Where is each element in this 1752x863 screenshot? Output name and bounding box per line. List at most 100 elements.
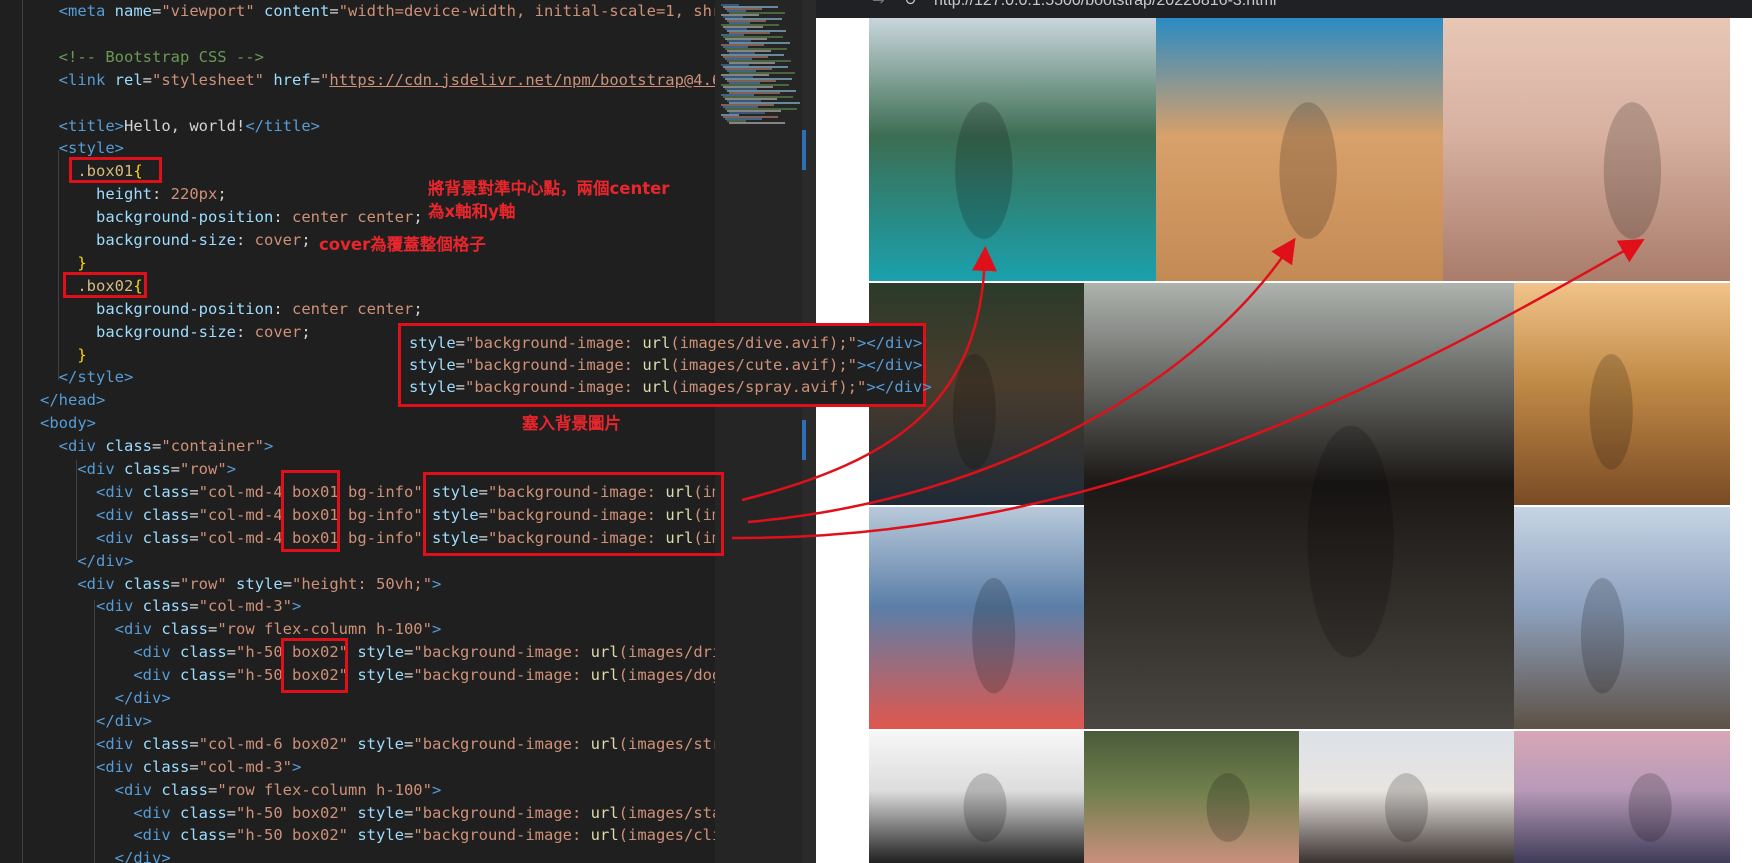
code-token: class (105, 437, 153, 456)
code-token: height (96, 185, 152, 204)
code-token: = (170, 574, 181, 593)
code-token: <div (133, 643, 180, 662)
code-line[interactable]: <title>Hello, world!</title> (40, 115, 320, 138)
code-line[interactable]: </div> (40, 550, 133, 573)
code-token: > (431, 780, 442, 799)
code-token: </title> (245, 116, 320, 135)
code-line[interactable]: <div class="h-50 box02" style="backgroun… (40, 824, 715, 847)
code-token: url (590, 643, 619, 662)
code-token: <body> (40, 414, 96, 433)
code-token: ) (828, 356, 839, 374)
reload-icon[interactable]: ↻ (904, 0, 917, 9)
code-token: : (235, 322, 255, 341)
code-line[interactable]: <div class="row" style="height: 50vh;"> (40, 573, 441, 596)
code-token: center center (291, 208, 414, 227)
code-token: Hello, world! (124, 116, 246, 135)
code-line[interactable]: background-position: center center; (40, 206, 423, 229)
code-line[interactable]: </style> (40, 366, 134, 389)
minimap[interactable] (715, 0, 810, 863)
code-token: = (152, 2, 162, 20)
code-line[interactable]: <link rel="stylesheet" href="https://cdn… (40, 69, 715, 92)
code-line[interactable]: <div class="col-md-3"> (40, 595, 301, 618)
code-token: " (320, 70, 330, 89)
code-line[interactable]: <meta name="viewport" content="width=dev… (40, 0, 715, 23)
code-line[interactable]: <div class="row flex-column h-100"> (40, 618, 442, 641)
code-token: <div (96, 757, 143, 776)
code-token: <style> (58, 139, 124, 158)
code-line[interactable]: <div class="container"> (40, 435, 274, 458)
code-line[interactable]: </div> (40, 847, 171, 863)
url-text[interactable]: http://127.0.0.1:5500/bootstrap/20220816… (934, 0, 1276, 10)
code-token: "background-image: (413, 643, 591, 662)
code-line[interactable]: } (40, 344, 86, 367)
code-token: <div (96, 528, 143, 547)
code-token: : (273, 299, 292, 318)
code-line[interactable]: </div> (40, 687, 171, 710)
code-token: <div (77, 460, 124, 478)
highlight-style-attrs (423, 472, 724, 556)
code-line[interactable]: background-position: center center; (40, 298, 423, 321)
code-token: ( (670, 334, 680, 352)
code-line[interactable]: </head> (40, 389, 105, 412)
code-line[interactable]: <div class="col-md-6 box02" style="backg… (40, 733, 715, 756)
code-token: style (357, 803, 405, 822)
code-token: } (77, 253, 87, 272)
callout-line: style="background-image: url(images/dive… (409, 332, 922, 354)
code-line[interactable]: height: 220px; (40, 183, 227, 206)
highlight-box01-selector (69, 157, 162, 183)
code-token: </div> (96, 711, 152, 730)
code-token: "background-image: (465, 356, 643, 374)
code-line[interactable]: <div class="h-50 box02" style="backgroun… (40, 664, 715, 687)
code-token: = (189, 505, 199, 524)
code-token: <div (96, 505, 143, 524)
code-token: style (409, 334, 456, 352)
photo-dog (869, 507, 1084, 729)
code-token: ></div> (866, 378, 932, 396)
code-line[interactable]: <div class="row flex-column h-100"> (40, 779, 442, 802)
code-line[interactable]: <div class="col-md-3"> (40, 756, 301, 779)
code-token: style (236, 574, 283, 593)
code-token: ; (413, 208, 423, 227)
editor-scrollbar[interactable] (802, 0, 816, 863)
code-token: "row flex-column h-100" (217, 780, 432, 799)
code-token: background-size (96, 231, 236, 249)
code-line[interactable]: <!-- Bootstrap CSS --> (40, 46, 264, 69)
code-line[interactable]: <body> (40, 412, 96, 435)
code-line[interactable]: <div class="row"> (40, 458, 236, 481)
address-bar[interactable]: → ↻ http://127.0.0.1:5500/bootstrap/2022… (816, 0, 1752, 18)
forward-icon[interactable]: → (872, 0, 885, 9)
code-line[interactable]: background-size: cover; (40, 229, 311, 252)
code-token: cover (254, 322, 302, 341)
code-token: </div> (114, 689, 171, 707)
code-token: > (292, 597, 302, 616)
code-token: class (142, 597, 190, 616)
code-token: = (189, 528, 199, 547)
code-token: style (409, 356, 456, 374)
code-token: class (142, 528, 190, 547)
code-token: <div (96, 482, 143, 501)
code-token: "row" (180, 460, 227, 478)
code-token: = (170, 460, 181, 478)
code-line[interactable]: <div class="h-50 box02" style="backgroun… (40, 641, 715, 664)
code-line[interactable]: <div class="h-50 box02" style="backgroun… (40, 802, 715, 825)
code-token: style (357, 826, 405, 845)
code-line[interactable]: </div> (40, 710, 152, 733)
code-line[interactable]: background-size: cover; (40, 321, 311, 344)
